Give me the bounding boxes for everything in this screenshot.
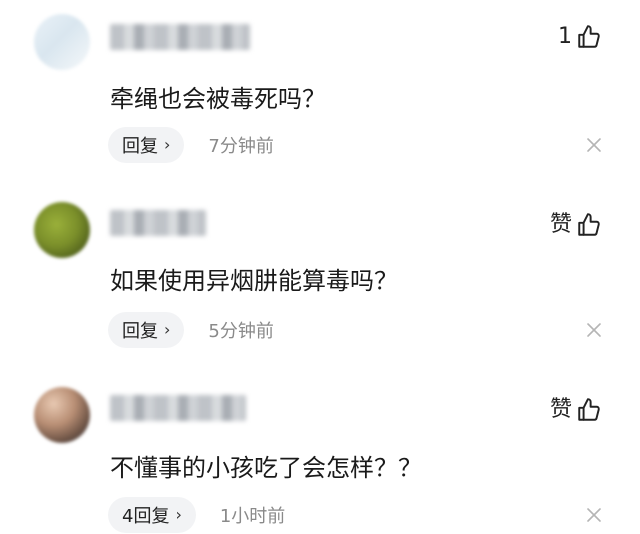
close-icon[interactable] bbox=[586, 322, 602, 338]
comment-text: 牵绳也会被毒死吗？ bbox=[110, 85, 326, 113]
close-icon[interactable] bbox=[586, 137, 602, 153]
avatar[interactable] bbox=[34, 387, 90, 443]
comment-timestamp: 5分钟前 bbox=[208, 321, 274, 342]
reply-label: 回复 bbox=[122, 136, 158, 157]
like-count: 赞 bbox=[549, 397, 572, 422]
username-blurred[interactable] bbox=[110, 210, 206, 236]
close-icon[interactable] bbox=[586, 507, 602, 523]
like-button[interactable]: 赞 bbox=[550, 210, 602, 240]
comment-item: 赞 不懂事的小孩吃了会怎样？？ 4回复 › 1小时前 bbox=[0, 373, 640, 534]
chevron-right-icon: › bbox=[164, 135, 171, 154]
comment-actions: 4回复 › 1小时前 bbox=[108, 497, 285, 533]
comment-text: 不懂事的小孩吃了会怎样？？ bbox=[110, 454, 422, 482]
comment-timestamp: 1小时前 bbox=[219, 506, 286, 527]
username-blurred[interactable] bbox=[110, 395, 246, 421]
reply-button[interactable]: 回复 › bbox=[108, 127, 185, 163]
thumbs-up-icon bbox=[576, 212, 602, 238]
comment-text: 如果使用异烟肼能算毒吗？ bbox=[110, 267, 398, 295]
reply-label: 回复 bbox=[122, 321, 158, 342]
avatar[interactable] bbox=[34, 14, 90, 70]
comment-list: 1 牵绳也会被毒死吗？ 回复 › 7分钟前 赞 如果使用异烟肼能算毒吗？ 回复 … bbox=[0, 0, 640, 534]
like-button[interactable]: 1 bbox=[558, 22, 602, 52]
username-blurred[interactable] bbox=[110, 24, 250, 50]
comment-actions: 回复 › 5分钟前 bbox=[108, 312, 274, 348]
like-count: 赞 bbox=[549, 212, 572, 237]
reply-button[interactable]: 回复 › bbox=[108, 312, 185, 348]
comment-item: 1 牵绳也会被毒死吗？ 回复 › 7分钟前 bbox=[0, 0, 640, 180]
chevron-right-icon: › bbox=[164, 320, 171, 339]
like-button[interactable]: 赞 bbox=[550, 395, 602, 425]
chevron-right-icon: › bbox=[175, 505, 182, 524]
reply-button[interactable]: 4回复 › bbox=[108, 497, 196, 533]
comment-timestamp: 7分钟前 bbox=[208, 136, 274, 157]
reply-label: 4回复 bbox=[122, 506, 170, 527]
like-count: 1 bbox=[558, 24, 572, 49]
comment-actions: 回复 › 7分钟前 bbox=[108, 127, 274, 163]
comment-item: 赞 如果使用异烟肼能算毒吗？ 回复 › 5分钟前 bbox=[0, 188, 640, 368]
thumbs-up-icon bbox=[576, 397, 602, 423]
thumbs-up-icon bbox=[576, 24, 602, 50]
avatar[interactable] bbox=[34, 202, 90, 258]
